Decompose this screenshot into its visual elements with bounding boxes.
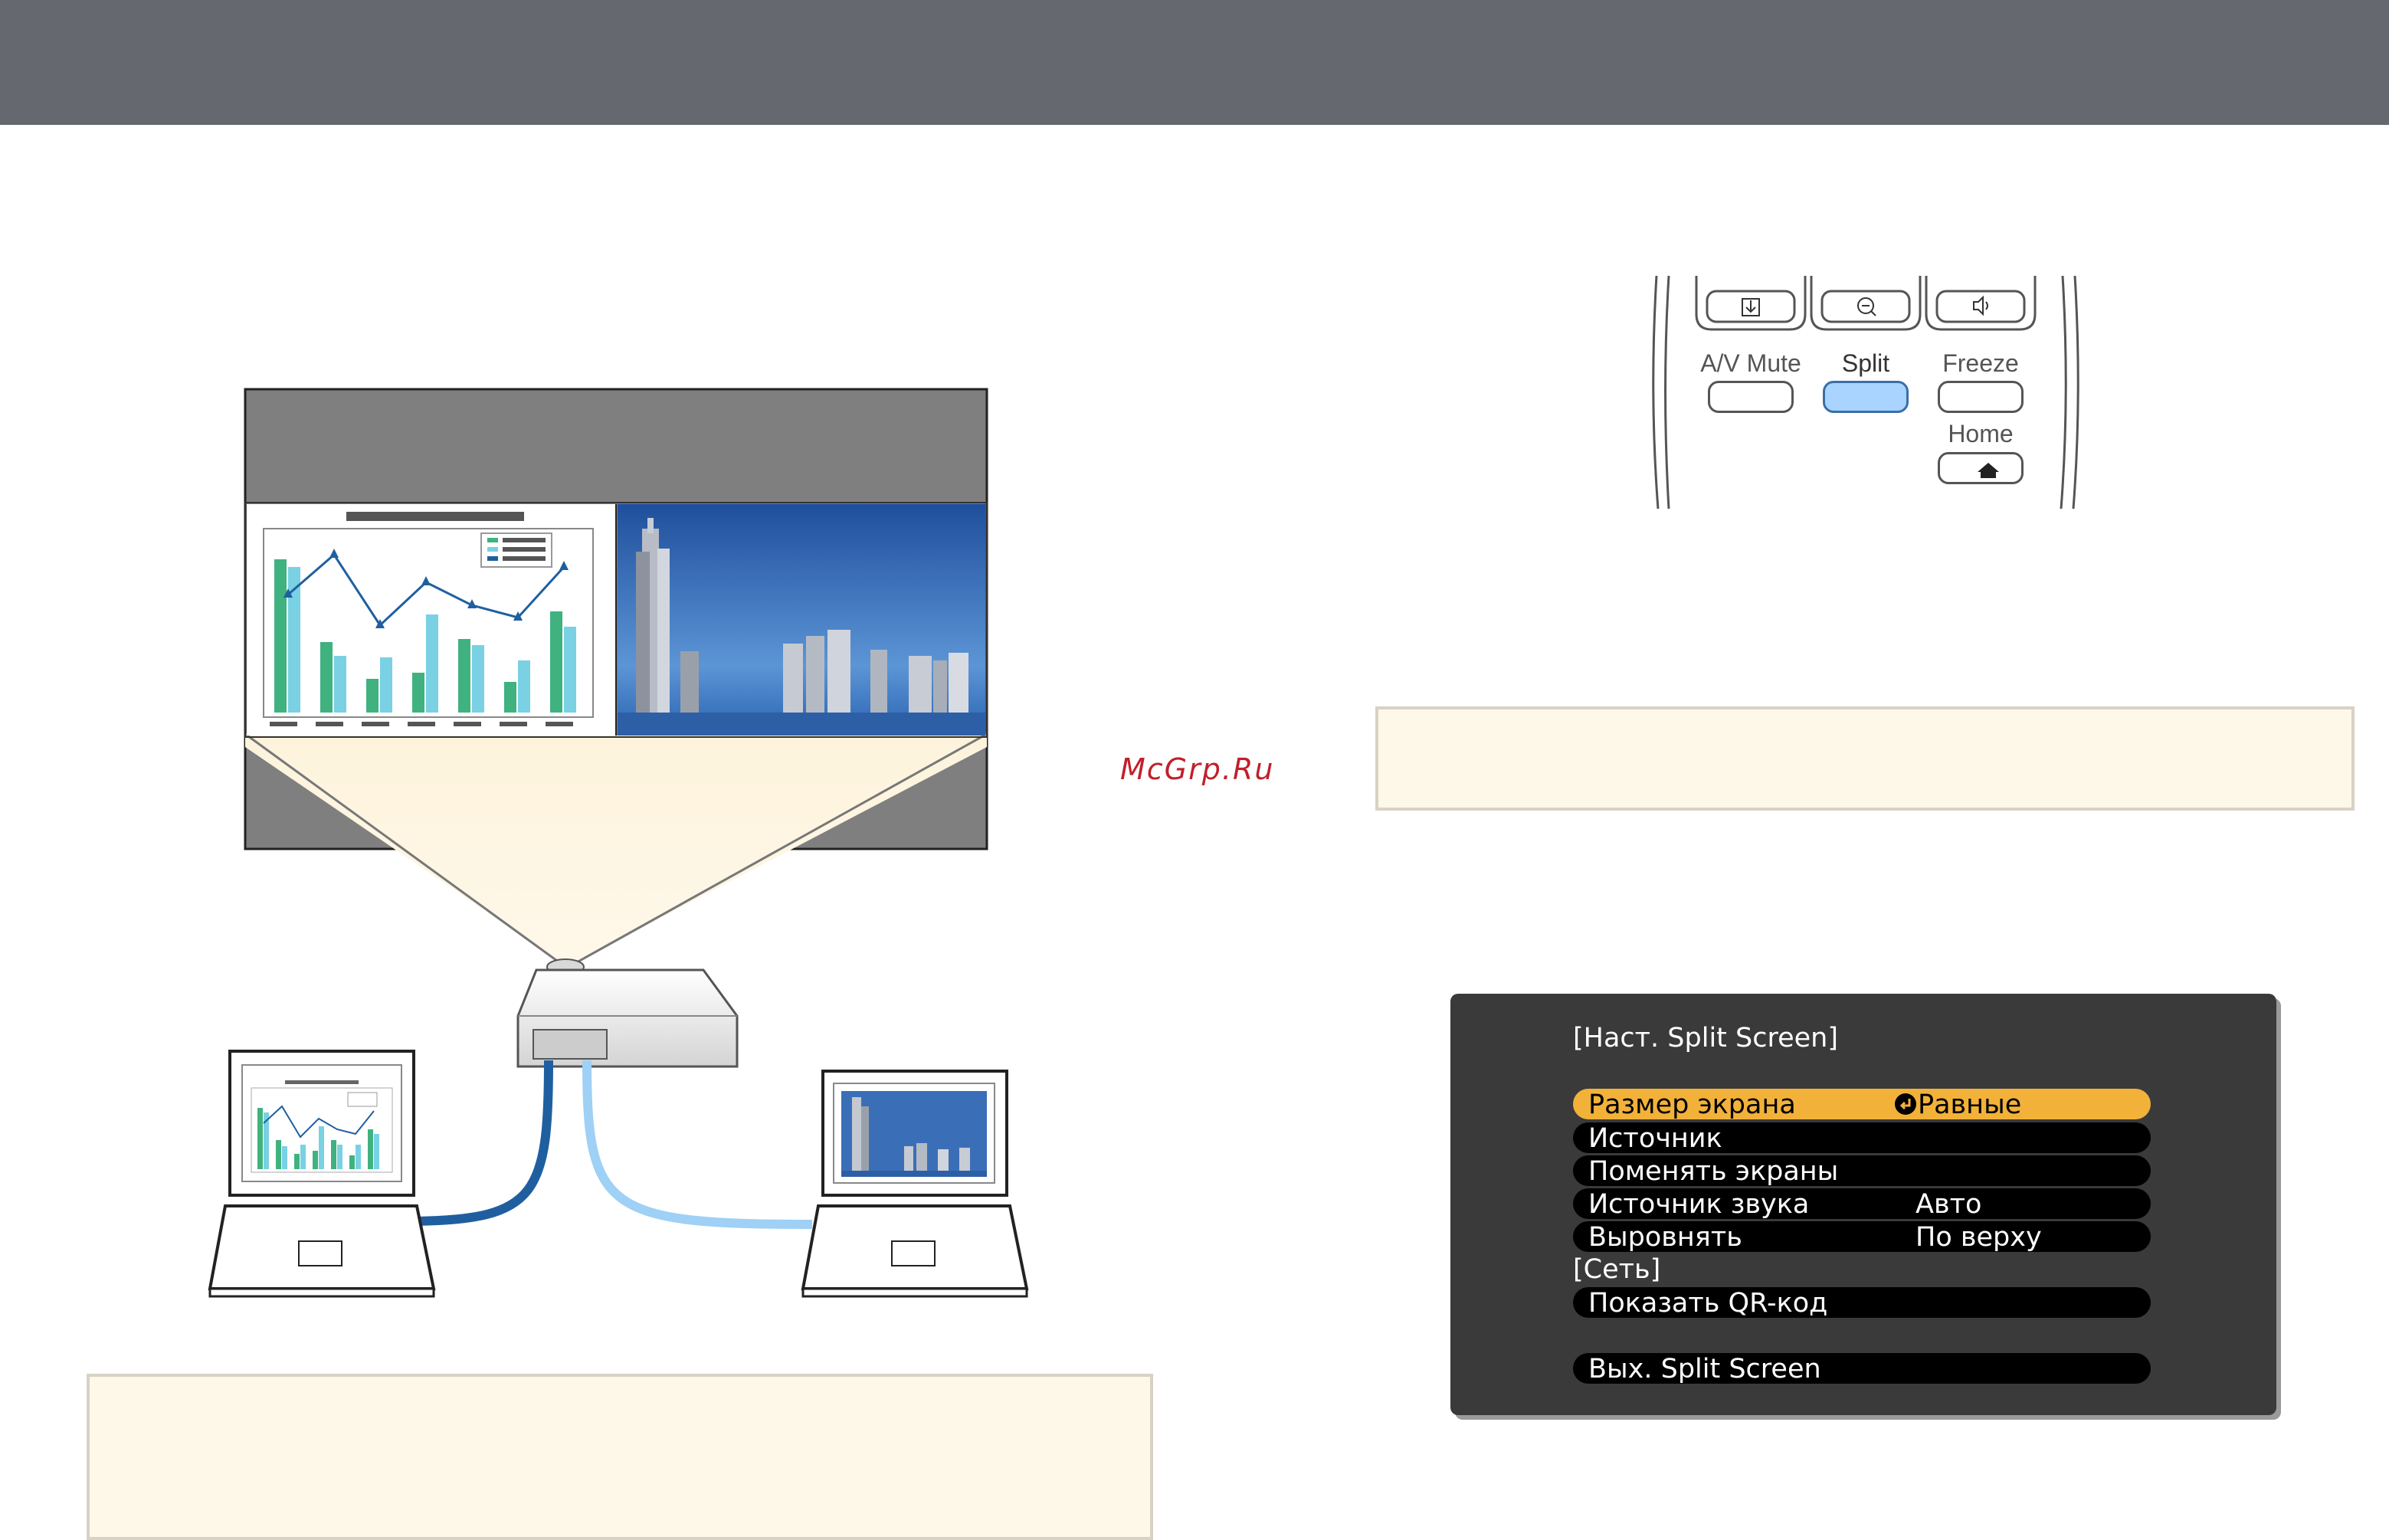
menu-item-value: По верху: [1915, 1222, 2042, 1253]
av-mute-label: A/V Mute: [1700, 349, 1801, 377]
menu-item-label: Размер экрана: [1588, 1089, 1796, 1120]
menu-item-label: Вых. Split Screen: [1588, 1354, 1821, 1384]
menu-item-audio-source[interactable]: Источник звука Авто: [1573, 1188, 2151, 1220]
menu-item-exit-split[interactable]: Вых. Split Screen: [1573, 1353, 2151, 1384]
note-box-left: [87, 1374, 1153, 1540]
watermark: McGrp.Ru: [1120, 752, 1275, 786]
menu-item-value: Равные: [1918, 1089, 2022, 1120]
menu-item-screen-size[interactable]: Размер экрана Равные: [1573, 1089, 2151, 1120]
menu-item-align[interactable]: Выровнять По верху: [1573, 1221, 2151, 1253]
menu-title: [Наст. Split Screen]: [1573, 1023, 1839, 1053]
menu-item-label: Источник звука: [1588, 1189, 1810, 1220]
enter-icon: [1895, 1093, 1916, 1115]
remote-control: A/V Mute Split Freeze Home: [1647, 276, 2084, 510]
menu-item-swap-screens[interactable]: Поменять экраны: [1573, 1155, 2151, 1187]
cable-left: [413, 1060, 553, 1226]
home-button[interactable]: [1938, 452, 2024, 484]
menu-item-label: Выровнять: [1588, 1222, 1742, 1253]
screen-right-photo: [618, 504, 985, 736]
av-mute-button[interactable]: [1708, 381, 1794, 413]
home-label: Home: [1948, 420, 2014, 447]
menu-item-source[interactable]: Источник: [1573, 1122, 2151, 1154]
split-button[interactable]: [1823, 381, 1909, 413]
split-screen-illustration: [208, 388, 1029, 1298]
menu-item-label: Источник: [1588, 1123, 1722, 1154]
freeze-label: Freeze: [1942, 349, 2019, 377]
menu-item-label: Показать QR-код: [1588, 1288, 1828, 1319]
menu-item-show-qr[interactable]: Показать QR-код: [1573, 1287, 2151, 1319]
menu-section-network: [Сеть]: [1573, 1254, 1661, 1285]
split-screen-menu: [Наст. Split Screen] Размер экрана Равны…: [1450, 994, 2276, 1415]
menu-item-label: Поменять экраны: [1588, 1156, 1839, 1187]
projector: [516, 958, 739, 1068]
menu-item-value: Авто: [1915, 1189, 1982, 1220]
left-laptop: [208, 1050, 436, 1298]
right-laptop: [801, 1070, 1029, 1298]
note-box-right: [1375, 706, 2355, 811]
projector-beam: [245, 736, 987, 967]
split-label: Split: [1841, 349, 1890, 377]
cable-right: [582, 1060, 813, 1229]
freeze-button[interactable]: [1938, 381, 2024, 413]
